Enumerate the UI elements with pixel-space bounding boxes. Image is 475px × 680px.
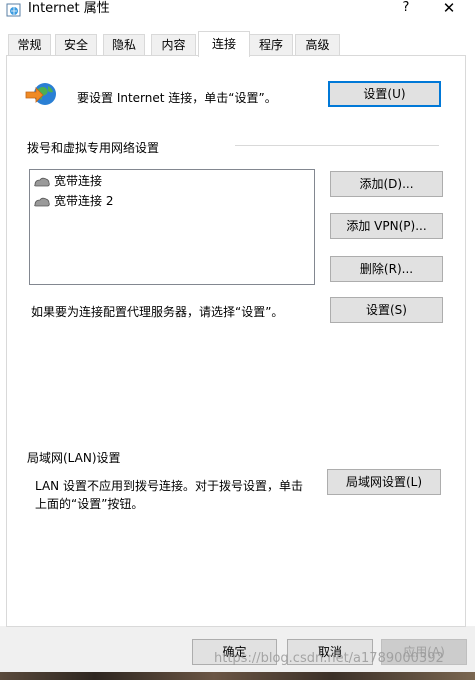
- internet-globe-icon: [25, 83, 56, 105]
- connection-settings-button[interactable]: 设置(S): [330, 297, 443, 323]
- broadband-connection-icon: [34, 197, 50, 206]
- close-icon: ✕: [442, 0, 456, 17]
- background-photo-strip: [0, 672, 475, 680]
- proxy-instruction: 如果要为连接配置代理服务器，请选择“设置”。: [31, 305, 284, 319]
- window-title: Internet 属性: [28, 1, 110, 16]
- tab-programs[interactable]: 程序: [249, 34, 293, 56]
- add-button[interactable]: 添加(D)...: [330, 171, 443, 197]
- lan-section-title: 局域网(LAN)设置: [27, 451, 121, 465]
- close-button[interactable]: ✕: [436, 0, 462, 18]
- dialup-section-title: 拨号和虚拟专用网络设置: [27, 141, 160, 155]
- list-item-label: 宽带连接: [54, 174, 103, 188]
- help-button[interactable]: ?: [396, 0, 416, 18]
- setup-instruction: 要设置 Internet 连接，单击“设置”。: [77, 91, 277, 105]
- list-item-label: 宽带连接 2: [54, 194, 114, 208]
- internet-options-icon: [6, 3, 21, 17]
- setup-button[interactable]: 设置(U): [328, 81, 441, 107]
- lan-description-line2: 上面的“设置”按钮。: [35, 497, 144, 511]
- lan-description-line1: LAN 设置不应用到拨号连接。对于拨号设置，单击: [35, 479, 303, 493]
- tab-general[interactable]: 常规: [8, 34, 51, 56]
- watermark-text: https://blog.csdn.net/a1789000392: [214, 651, 444, 666]
- tab-connections[interactable]: 连接: [198, 31, 250, 57]
- list-item[interactable]: 宽带连接: [34, 172, 102, 190]
- delete-button[interactable]: 删除(R)...: [330, 256, 443, 282]
- broadband-connection-icon: [34, 177, 50, 186]
- add-vpn-button[interactable]: 添加 VPN(P)...: [330, 213, 443, 239]
- tab-privacy[interactable]: 隐私: [103, 34, 145, 56]
- lan-settings-button[interactable]: 局域网设置(L): [327, 469, 441, 495]
- tab-advanced[interactable]: 高级: [295, 34, 340, 56]
- connection-list[interactable]: 宽带连接 宽带连接 2: [29, 169, 315, 285]
- tab-content[interactable]: 内容: [151, 34, 196, 56]
- title-bar: Internet 属性 ? ✕: [0, 0, 475, 28]
- dialup-section-divider: [235, 145, 439, 146]
- list-item[interactable]: 宽带连接 2: [34, 192, 113, 210]
- tab-security[interactable]: 安全: [55, 34, 97, 56]
